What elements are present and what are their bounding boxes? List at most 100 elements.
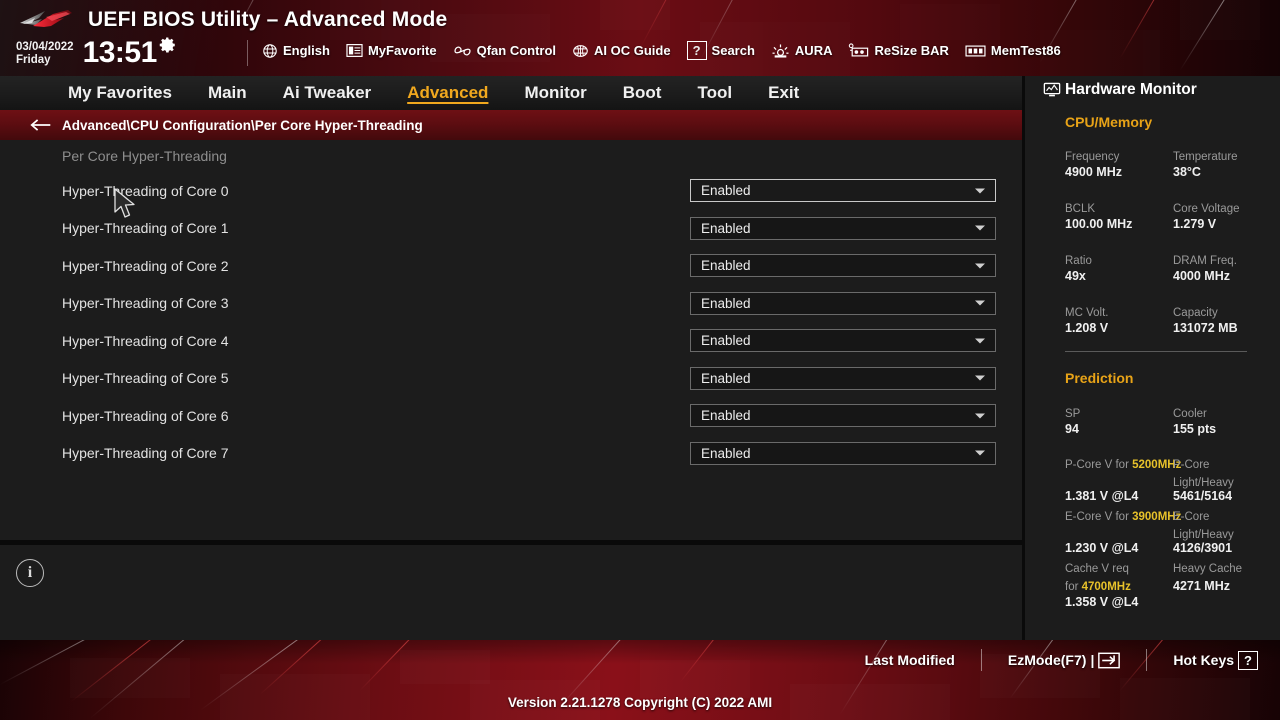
footer-divider <box>1146 649 1148 671</box>
setting-row-core-0: Hyper-Threading of Core 0 Enabled <box>0 172 1022 210</box>
footer-actions: Last Modified EzMode(F7) | Hot Keys ? <box>865 643 1258 677</box>
hw-value-heavy-cache: 4271 MHz <box>1173 579 1230 593</box>
monitor-icon <box>1043 82 1061 97</box>
memory-module-icon <box>965 45 986 56</box>
hw-value-core-voltage: 1.279 V <box>1173 217 1217 231</box>
page-title: UEFI BIOS Utility – Advanced Mode <box>88 8 448 31</box>
question-box-icon: ? <box>686 41 707 60</box>
header-item-english[interactable]: English <box>262 43 330 59</box>
hardware-monitor-sidebar: Hardware Monitor CPU/Memory Frequency 49… <box>1022 76 1280 640</box>
header-item-label: English <box>283 43 330 58</box>
setting-label: Hyper-Threading of Core 4 <box>62 332 229 349</box>
header-item-label: Qfan Control <box>476 43 557 58</box>
dropdown-value: Enabled <box>701 408 751 424</box>
setting-label: Hyper-Threading of Core 7 <box>62 445 229 462</box>
settings-rows: Hyper-Threading of Core 0 Enabled Hyper-… <box>0 172 1022 472</box>
dropdown-value: Enabled <box>701 220 751 236</box>
hw-value-cooler: 155 pts <box>1173 422 1217 436</box>
setting-row-core-3: Hyper-Threading of Core 3 Enabled <box>0 285 1022 323</box>
aura-light-icon <box>772 43 789 58</box>
rog-logo <box>20 10 72 27</box>
hotkeys-label: Hot Keys <box>1173 652 1235 668</box>
sidebar-separator <box>1065 351 1247 352</box>
tab-exit[interactable]: Exit <box>750 76 817 110</box>
last-modified-label: Last Modified <box>864 652 955 668</box>
tab-monitor[interactable]: Monitor <box>506 76 604 110</box>
settings-pane: Per Core Hyper-Threading Hyper-Threading… <box>0 140 1022 540</box>
chevron-down-icon <box>975 338 985 344</box>
setting-row-core-6: Hyper-Threading of Core 6 Enabled <box>0 397 1022 435</box>
gear-icon[interactable] <box>159 36 177 54</box>
dropdown-core-3[interactable]: Enabled <box>690 291 996 315</box>
header-item-myfavorite[interactable]: MyFavorite <box>346 43 437 58</box>
chevron-down-icon <box>975 225 985 231</box>
hw-value-temperature: 38°C <box>1173 165 1201 179</box>
tab-tool[interactable]: Tool <box>679 76 750 110</box>
setting-row-core-2: Hyper-Threading of Core 2 Enabled <box>0 247 1022 285</box>
info-icon[interactable]: i <box>16 559 44 587</box>
header-item-memtest86[interactable]: MemTest86 <box>965 43 1061 58</box>
setting-row-core-1: Hyper-Threading of Core 1 Enabled <box>0 210 1022 248</box>
section-title: Per Core Hyper-Threading <box>62 148 227 164</box>
header-divider <box>247 40 248 66</box>
breadcrumb-bar: Advanced\CPU Configuration\Per Core Hype… <box>0 110 1022 140</box>
tab-advanced[interactable]: Advanced <box>389 76 506 110</box>
chevron-down-icon <box>975 450 985 456</box>
breadcrumb: Advanced\CPU Configuration\Per Core Hype… <box>62 117 423 133</box>
header-item-resize-bar[interactable]: ReSize BAR <box>848 42 949 59</box>
footer-divider <box>980 649 982 671</box>
header-item-qfan-control[interactable]: Qfan Control <box>453 43 556 59</box>
back-arrow-icon[interactable] <box>30 117 52 133</box>
dropdown-core-2[interactable]: Enabled <box>690 254 996 278</box>
hw-value-cache-v: 1.358 V @L4 <box>1065 595 1139 609</box>
tab-main[interactable]: Main <box>190 76 265 110</box>
app-header: UEFI BIOS Utility – Advanced Mode 03/04/… <box>0 0 1280 76</box>
chevron-down-icon <box>975 413 985 419</box>
header-item-aura[interactable]: AURA <box>771 43 832 59</box>
globe-icon <box>263 43 277 58</box>
header-item-search[interactable]: ? Search <box>686 41 755 60</box>
enter-arrow-icon <box>1098 652 1121 668</box>
chevron-down-icon <box>975 300 985 306</box>
dropdown-core-1[interactable]: Enabled <box>690 216 996 240</box>
version-text: Version 2.21.1278 Copyright (C) 2022 AMI <box>507 695 773 710</box>
fan-icon <box>454 46 471 55</box>
app-footer: Last Modified EzMode(F7) | Hot Keys ? Ve… <box>0 640 1280 720</box>
setting-label: Hyper-Threading of Core 6 <box>62 407 229 424</box>
ezmode-button[interactable]: EzMode(F7) | <box>1007 652 1121 669</box>
hw-key-heavy-cache: Heavy Cache <box>1173 563 1243 575</box>
tab-my-favorites[interactable]: My Favorites <box>50 76 190 110</box>
sidebar-group-prediction-title: Prediction <box>1065 370 1134 386</box>
header-item-label: MemTest86 <box>990 43 1061 58</box>
hw-key-ecore-v: E-Core V for 3900MHz <box>1065 511 1182 523</box>
tab-boot[interactable]: Boot <box>605 76 680 110</box>
setting-row-core-7: Hyper-Threading of Core 7 Enabled <box>0 435 1022 473</box>
tab-list: My Favorites Main Ai Tweaker Advanced Mo… <box>50 76 817 110</box>
hw-value-pcore-v: 1.381 V @L4 <box>1065 489 1139 503</box>
dropdown-value: Enabled <box>701 333 751 349</box>
dropdown-core-6[interactable]: Enabled <box>690 404 996 428</box>
brain-icon <box>573 44 588 57</box>
hw-value-ecore-light-heavy: 4126/3901 <box>1173 541 1233 555</box>
setting-row-core-4: Hyper-Threading of Core 4 Enabled <box>0 322 1022 360</box>
hotkeys-button[interactable]: Hot Keys ? <box>1173 650 1258 670</box>
ezmode-label: EzMode(F7) <box>1007 652 1087 668</box>
gpu-card-icon <box>849 42 869 56</box>
last-modified-button[interactable]: Last Modified <box>865 652 955 668</box>
tab-ai-tweaker[interactable]: Ai Tweaker <box>265 76 390 110</box>
hw-value-sp: 94 <box>1065 422 1079 436</box>
day-text: Friday <box>16 53 51 66</box>
sidebar-title: Hardware Monitor <box>1065 81 1197 98</box>
hw-value-mc-volt: 1.208 V <box>1065 321 1109 335</box>
dropdown-core-7[interactable]: Enabled <box>690 441 996 465</box>
chevron-down-icon <box>975 188 985 194</box>
dropdown-core-4[interactable]: Enabled <box>690 329 996 353</box>
header-item-ai-oc-guide[interactable]: AI OC Guide <box>572 43 671 59</box>
hw-value-capacity: 131072 MB <box>1173 321 1238 335</box>
dropdown-core-0[interactable]: Enabled <box>690 179 996 203</box>
datetime-block: 03/04/2022 Friday 13:51 <box>16 36 177 68</box>
setting-label: Hyper-Threading of Core 2 <box>62 257 229 274</box>
dropdown-core-5[interactable]: Enabled <box>690 366 996 390</box>
chevron-down-icon <box>975 263 985 269</box>
hw-value-ratio: 49x <box>1065 269 1086 283</box>
